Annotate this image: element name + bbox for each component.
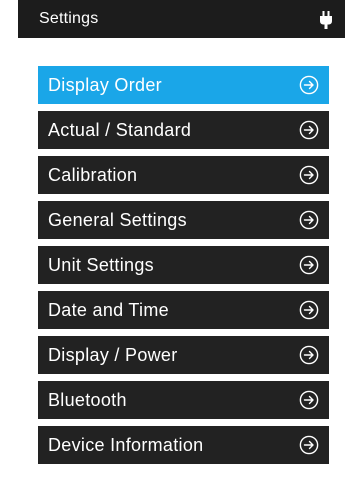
settings-menu: Display Order Actual / Standard Calibrat…: [38, 66, 329, 471]
menu-item-label: Date and Time: [48, 300, 169, 320]
menu-item-label: Unit Settings: [48, 255, 154, 275]
arrow-right-circle-icon: [299, 345, 319, 365]
arrow-right-circle-icon: [299, 435, 319, 455]
menu-item-label: Display Order: [48, 75, 162, 95]
menu-item-date-and-time[interactable]: Date and Time: [38, 291, 329, 329]
page-title: Settings: [39, 10, 99, 27]
menu-item-display-power[interactable]: Display / Power: [38, 336, 329, 374]
menu-item-device-information[interactable]: Device Information: [38, 426, 329, 464]
menu-item-calibration[interactable]: Calibration: [38, 156, 329, 194]
menu-item-label: General Settings: [48, 210, 187, 230]
menu-item-unit-settings[interactable]: Unit Settings: [38, 246, 329, 284]
menu-item-label: Calibration: [48, 165, 138, 185]
arrow-right-circle-icon: [299, 165, 319, 185]
menu-item-label: Display / Power: [48, 345, 178, 365]
menu-item-label: Actual / Standard: [48, 120, 192, 140]
menu-item-bluetooth[interactable]: Bluetooth: [38, 381, 329, 419]
menu-item-actual-standard[interactable]: Actual / Standard: [38, 111, 329, 149]
arrow-right-circle-icon: [299, 210, 319, 230]
arrow-right-circle-icon: [299, 255, 319, 275]
title-bar: Settings: [18, 0, 345, 38]
arrow-right-circle-icon: [299, 300, 319, 320]
arrow-right-circle-icon: [299, 120, 319, 140]
settings-screen: Settings Display Order Actual / Standard…: [0, 0, 347, 496]
menu-item-label: Device Information: [48, 435, 204, 455]
menu-item-display-order[interactable]: Display Order: [38, 66, 329, 104]
arrow-right-circle-icon: [299, 390, 319, 410]
menu-item-label: Bluetooth: [48, 390, 127, 410]
plug-icon: [319, 11, 333, 29]
arrow-right-circle-icon: [299, 75, 319, 95]
menu-item-general-settings[interactable]: General Settings: [38, 201, 329, 239]
